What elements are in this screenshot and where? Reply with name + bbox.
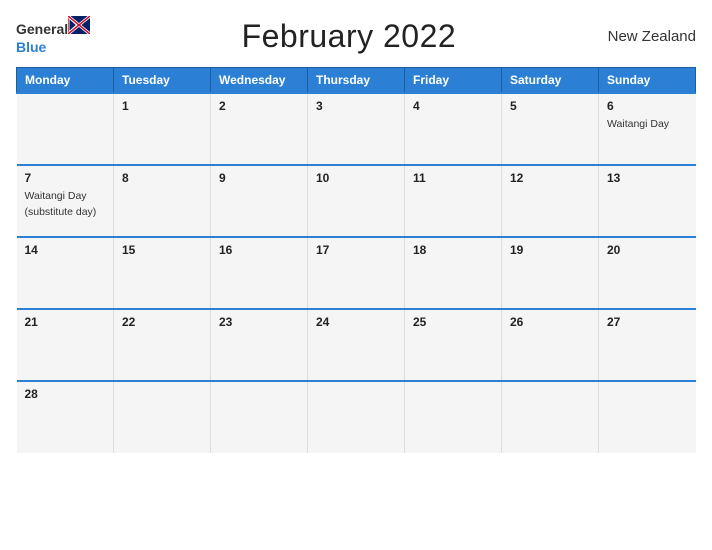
calendar-day-cell: 15 (114, 237, 211, 309)
calendar-day-cell: 28 (17, 381, 114, 453)
event-label: Waitangi Day (25, 190, 87, 202)
day-number: 6 (607, 99, 688, 113)
logo: General Blue (16, 16, 90, 57)
day-number: 24 (316, 315, 396, 329)
day-number: 21 (25, 315, 106, 329)
weekday-header-row: MondayTuesdayWednesdayThursdayFridaySatu… (17, 68, 696, 94)
day-number: 10 (316, 171, 396, 185)
calendar-day-cell (308, 381, 405, 453)
calendar-day-cell: 13 (599, 165, 696, 237)
calendar-day-cell: 8 (114, 165, 211, 237)
logo-text: General Blue (16, 16, 90, 57)
event-label: (substitute day) (25, 206, 97, 218)
weekday-header: Sunday (599, 68, 696, 94)
calendar-day-cell (17, 93, 114, 165)
logo-blue-text: Blue (16, 39, 90, 57)
calendar-day-cell: 22 (114, 309, 211, 381)
day-events: Waitangi Day (607, 116, 688, 132)
day-number: 12 (510, 171, 590, 185)
calendar-day-cell: 14 (17, 237, 114, 309)
day-number: 2 (219, 99, 299, 113)
calendar-week-row: 21 22 23 24 25 26 27 (17, 309, 696, 381)
day-number: 14 (25, 243, 106, 257)
day-number: 23 (219, 315, 299, 329)
calendar-table: MondayTuesdayWednesdayThursdayFridaySatu… (16, 67, 696, 453)
calendar-day-cell: 24 (308, 309, 405, 381)
day-number: 3 (316, 99, 396, 113)
calendar-day-cell: 25 (405, 309, 502, 381)
calendar-day-cell: 4 (405, 93, 502, 165)
day-number: 16 (219, 243, 299, 257)
calendar-day-cell: 16 (211, 237, 308, 309)
day-number: 5 (510, 99, 590, 113)
calendar-week-row: 28 (17, 381, 696, 453)
calendar-day-cell (114, 381, 211, 453)
day-number: 25 (413, 315, 493, 329)
calendar-day-cell: 1 (114, 93, 211, 165)
event-label: Waitangi Day (607, 118, 669, 130)
day-number: 11 (413, 171, 493, 185)
calendar-day-cell: 9 (211, 165, 308, 237)
logo-flag-icon (68, 16, 90, 34)
day-number: 7 (25, 171, 106, 185)
calendar-day-cell: 20 (599, 237, 696, 309)
country-label: New Zealand (608, 28, 696, 45)
calendar-day-cell: 6 Waitangi Day (599, 93, 696, 165)
day-number: 9 (219, 171, 299, 185)
calendar-day-cell: 11 (405, 165, 502, 237)
day-number: 4 (413, 99, 493, 113)
calendar-day-cell: 21 (17, 309, 114, 381)
calendar-day-cell: 23 (211, 309, 308, 381)
calendar-day-cell: 17 (308, 237, 405, 309)
weekday-header: Monday (17, 68, 114, 94)
day-number: 15 (122, 243, 202, 257)
calendar-day-cell: 7 Waitangi Day (substitute day) (17, 165, 114, 237)
logo-blue: Blue (16, 39, 46, 55)
calendar-day-cell (502, 381, 599, 453)
day-number: 27 (607, 315, 688, 329)
calendar-day-cell: 18 (405, 237, 502, 309)
calendar-title: February 2022 (242, 18, 457, 55)
day-number: 13 (607, 171, 688, 185)
calendar-day-cell: 26 (502, 309, 599, 381)
day-number: 26 (510, 315, 590, 329)
logo-general-text: General (16, 21, 68, 37)
day-number: 20 (607, 243, 688, 257)
day-events: Waitangi Day (substitute day) (25, 188, 106, 219)
day-number: 22 (122, 315, 202, 329)
day-number: 19 (510, 243, 590, 257)
calendar-day-cell: 3 (308, 93, 405, 165)
calendar-day-cell: 10 (308, 165, 405, 237)
calendar-day-cell: 19 (502, 237, 599, 309)
weekday-header: Friday (405, 68, 502, 94)
weekday-header: Saturday (502, 68, 599, 94)
calendar-day-cell: 5 (502, 93, 599, 165)
calendar-week-row: 7 Waitangi Day (substitute day) 8 9 10 11 12 13 (17, 165, 696, 237)
weekday-header: Wednesday (211, 68, 308, 94)
day-number: 28 (25, 387, 106, 401)
day-number: 8 (122, 171, 202, 185)
calendar-day-cell (599, 381, 696, 453)
weekday-header: Tuesday (114, 68, 211, 94)
day-number: 18 (413, 243, 493, 257)
calendar-day-cell: 2 (211, 93, 308, 165)
day-number: 1 (122, 99, 202, 113)
calendar-day-cell: 27 (599, 309, 696, 381)
logo-general: General (16, 16, 90, 39)
day-number: 17 (316, 243, 396, 257)
calendar-day-cell: 12 (502, 165, 599, 237)
calendar-day-cell (405, 381, 502, 453)
calendar-day-cell (211, 381, 308, 453)
calendar-week-row: 14 15 16 17 18 19 20 (17, 237, 696, 309)
calendar-page: General Blue February 2022 New Zealand (0, 0, 712, 550)
calendar-header: General Blue February 2022 New Zealand (16, 16, 696, 57)
weekday-header: Thursday (308, 68, 405, 94)
calendar-week-row: 1 2 3 4 5 6 Waitangi Day (17, 93, 696, 165)
